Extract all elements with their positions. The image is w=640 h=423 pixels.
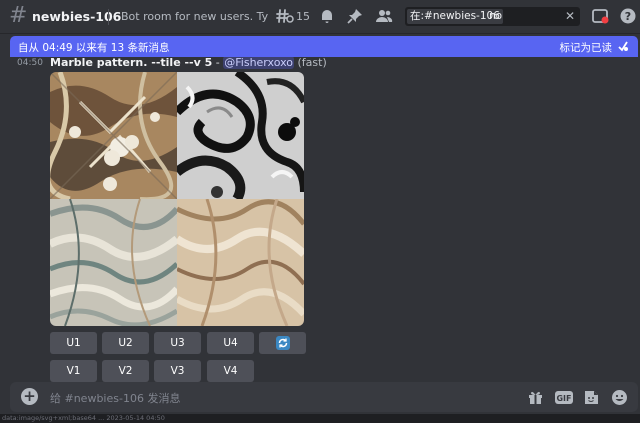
variation-button-1[interactable]: V1: [50, 360, 97, 382]
inbox-icon[interactable]: [591, 7, 609, 25]
message-input[interactable]: 给 #newbies-106 发消息: [50, 390, 180, 406]
add-attachment-icon[interactable]: +: [21, 388, 38, 405]
variation-button-4[interactable]: V4: [207, 360, 254, 382]
message-timestamp: 04:50: [17, 58, 43, 68]
channel-topic[interactable]: Bot room for new users. Type /i...: [121, 10, 269, 23]
help-icon[interactable]: ?: [619, 7, 637, 25]
threads-count: 15: [296, 10, 310, 23]
close-icon[interactable]: ✕: [565, 9, 575, 23]
gif-icon[interactable]: GIF: [554, 389, 574, 406]
footer-text: data:image/svg+xml;base64 ... 2023-05-14…: [2, 414, 165, 422]
message-content: Marble pattern. --tile --v 5 - @Fisherxo…: [50, 56, 327, 69]
threads-icon[interactable]: [276, 7, 294, 25]
mark-as-read-button[interactable]: 标记为已读: [560, 40, 613, 55]
mark-read-icon[interactable]: [617, 40, 629, 52]
speed-label: (fast): [294, 56, 327, 69]
channel-hash-icon: #: [9, 3, 28, 28]
image-attachment[interactable]: [50, 72, 304, 326]
svg-text:GIF: GIF: [556, 394, 571, 403]
emoji-icon[interactable]: [611, 389, 628, 406]
message-prompt: Marble pattern. --tile --v 5: [50, 56, 213, 69]
image-tile-3: [50, 199, 177, 326]
upscale-button-4[interactable]: U4: [207, 332, 254, 354]
header-divider: [108, 9, 109, 25]
search-input[interactable]: no: [489, 10, 502, 22]
member-list-icon[interactable]: [375, 7, 393, 25]
svg-text:?: ?: [625, 10, 631, 23]
image-tile-1: [50, 72, 177, 199]
upscale-button-2[interactable]: U2: [102, 332, 149, 354]
message-composer[interactable]: + 给 #newbies-106 发消息 GIF: [10, 382, 638, 412]
upscale-button-3[interactable]: U3: [154, 332, 201, 354]
image-tile-4: [177, 199, 304, 326]
variation-button-2[interactable]: V2: [102, 360, 149, 382]
message-separator: -: [212, 56, 224, 69]
new-messages-text: 自从 04:49 以来有 13 条新消息: [18, 42, 170, 54]
search-bar[interactable]: 在:#newbies-106 no ✕: [405, 7, 580, 26]
refresh-icon: [275, 336, 290, 350]
sticker-icon[interactable]: [583, 389, 600, 406]
notification-bell-icon[interactable]: [318, 7, 336, 25]
pin-icon[interactable]: [346, 7, 364, 25]
channel-header: # newbies-106 Bot room for new users. Ty…: [0, 0, 640, 34]
variation-button-3[interactable]: V3: [154, 360, 201, 382]
new-messages-bar[interactable]: 自从 04:49 以来有 13 条新消息 标记为已读: [10, 36, 638, 57]
image-tile-2: [177, 72, 304, 199]
upscale-button-1[interactable]: U1: [50, 332, 97, 354]
user-mention[interactable]: @Fisherxoxo: [223, 56, 294, 69]
reroll-button[interactable]: [259, 332, 306, 354]
status-footer: data:image/svg+xml;base64 ... 2023-05-14…: [0, 414, 640, 423]
gift-icon[interactable]: [527, 389, 544, 406]
